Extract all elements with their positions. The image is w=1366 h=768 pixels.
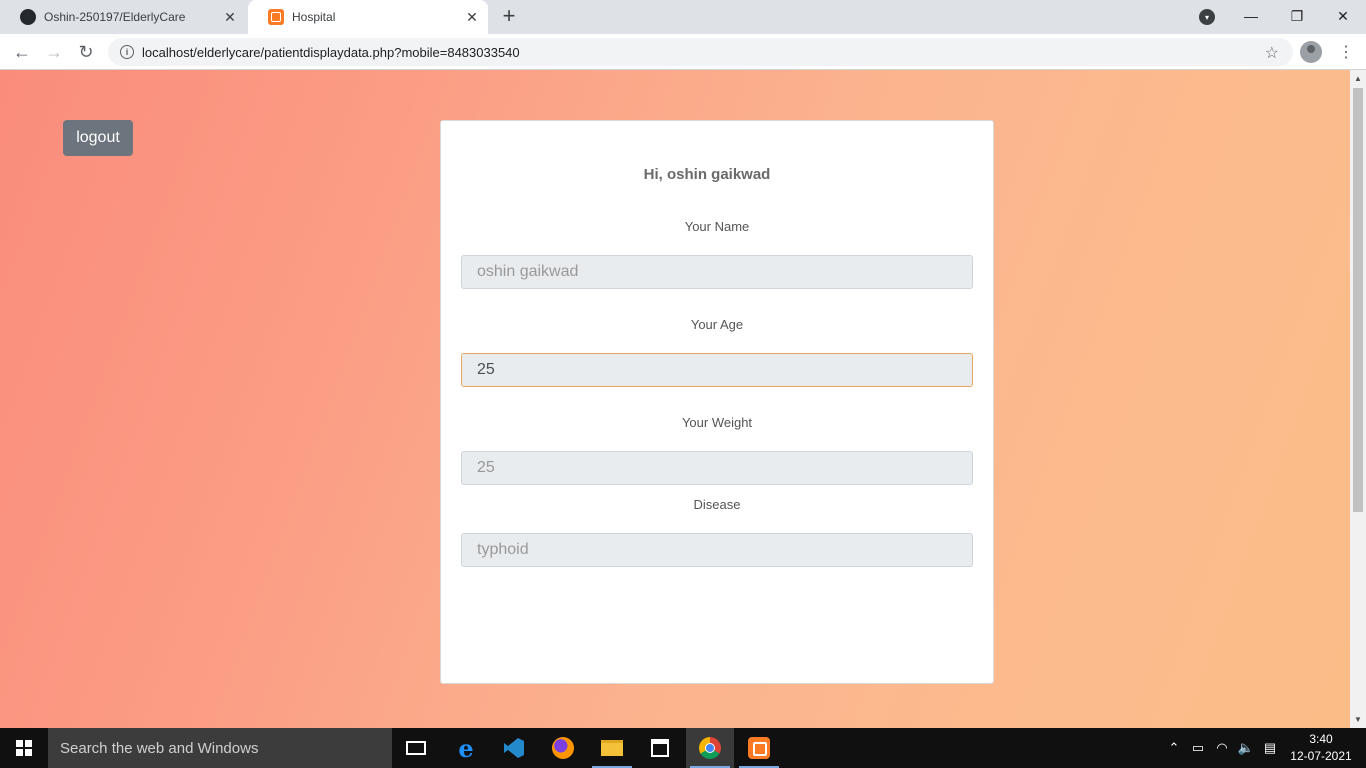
page-viewport: logout Hi, oshin gaikwad Your Name oshin… <box>0 70 1350 728</box>
bookmark-star-icon[interactable]: ☆ <box>1265 43 1279 63</box>
reload-icon[interactable]: ↻ <box>74 40 98 64</box>
restore-button[interactable]: ❐ <box>1274 0 1320 32</box>
volume-muted-icon[interactable]: 🔈 <box>1236 728 1256 768</box>
clock-time: 3:40 <box>1309 732 1333 746</box>
close-tab-icon[interactable]: ✕ <box>464 9 480 25</box>
close-window-button[interactable]: ✕ <box>1320 0 1366 32</box>
age-label: Your Age <box>690 317 744 332</box>
store-taskbar-button[interactable] <box>636 728 684 768</box>
start-button[interactable] <box>0 728 48 768</box>
tab-title: Oshin-250197/ElderlyCare <box>44 10 186 24</box>
firefox-taskbar-button[interactable] <box>539 728 587 768</box>
xampp-taskbar-button[interactable] <box>735 728 783 768</box>
edge-taskbar-button[interactable]: e <box>442 728 490 768</box>
task-view-icon <box>406 741 426 755</box>
disease-field[interactable]: typhoid <box>461 533 973 567</box>
address-bar[interactable]: i localhost/elderlycare/patientdisplayda… <box>108 38 1293 66</box>
new-tab-button[interactable]: + <box>497 5 521 29</box>
browser-toolbar: ← → ↻ i localhost/elderlycare/patientdis… <box>0 34 1366 70</box>
name-label: Your Name <box>684 219 750 234</box>
patient-details-card: Hi, oshin gaikwad Your Name oshin gaikwa… <box>440 120 994 684</box>
chrome-taskbar-button[interactable] <box>686 728 734 768</box>
page-scrollbar[interactable]: ▲ ▼ <box>1350 70 1366 728</box>
windows-logo-icon <box>16 740 32 756</box>
weight-field[interactable]: 25 <box>461 451 973 485</box>
address-url: localhost/elderlycare/patientdisplaydata… <box>142 44 520 60</box>
xampp-icon <box>748 737 770 759</box>
battery-icon[interactable]: ▭ <box>1188 728 1208 768</box>
menu-kebab-icon[interactable]: ⋮ <box>1338 42 1354 62</box>
name-field[interactable]: oshin gaikwad <box>461 255 973 289</box>
disease-label: Disease <box>693 497 741 512</box>
chrome-icon <box>699 737 721 759</box>
input-indicator-icon[interactable]: ▤ <box>1260 728 1280 768</box>
age-field[interactable]: 25 <box>461 353 973 387</box>
folder-icon <box>601 740 623 756</box>
scroll-down-icon[interactable]: ▼ <box>1354 715 1362 724</box>
logout-button[interactable]: logout <box>63 120 133 156</box>
scroll-up-icon[interactable]: ▲ <box>1354 74 1362 83</box>
taskbar-clock[interactable]: 3:40 12-07-2021 <box>1286 731 1356 765</box>
xampp-icon <box>268 9 284 25</box>
close-tab-icon[interactable]: ✕ <box>222 9 238 25</box>
vscode-icon <box>504 738 524 758</box>
info-icon[interactable]: i <box>120 45 134 59</box>
minimize-button[interactable]: — <box>1228 0 1274 32</box>
file-explorer-taskbar-button[interactable] <box>588 728 636 768</box>
taskbar-search-box[interactable]: Search the web and Windows <box>48 728 392 768</box>
store-icon <box>651 739 669 757</box>
tab-search-icon[interactable]: ▾ <box>1199 9 1215 25</box>
tab-github[interactable]: Oshin-250197/ElderlyCare ✕ <box>0 0 246 34</box>
back-arrow-icon[interactable]: ← <box>10 40 34 64</box>
windows-taskbar: Search the web and Windows e ⌃ ▭ ◠ 🔈 ▤ 3… <box>0 728 1366 768</box>
github-icon <box>20 9 36 25</box>
tab-title: Hospital <box>292 10 336 24</box>
weight-label: Your Weight <box>681 415 753 430</box>
profile-avatar-icon[interactable] <box>1300 41 1322 63</box>
scrollbar-thumb[interactable] <box>1353 88 1363 512</box>
wifi-icon[interactable]: ◠ <box>1212 728 1232 768</box>
browser-tab-strip: Oshin-250197/ElderlyCare ✕ Hospital ✕ + … <box>0 0 1366 34</box>
vscode-taskbar-button[interactable] <box>490 728 538 768</box>
tab-hospital[interactable]: Hospital ✕ <box>248 0 488 34</box>
task-view-button[interactable] <box>392 728 440 768</box>
show-hidden-icons-icon[interactable]: ⌃ <box>1164 728 1184 768</box>
forward-arrow-icon[interactable]: → <box>42 40 66 64</box>
greeting-heading: Hi, oshin gaikwad <box>643 166 771 183</box>
firefox-icon <box>552 737 574 759</box>
edge-icon: e <box>458 733 474 763</box>
clock-date: 12-07-2021 <box>1290 749 1352 763</box>
